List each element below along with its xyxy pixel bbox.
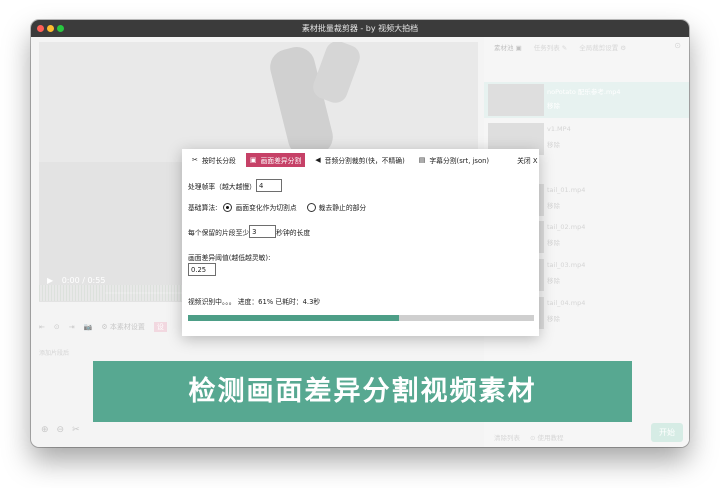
min-length-prefix: 每个保留的片段至少: [188, 228, 250, 237]
progress-status: 视频识别中。。。 进度：61% 已耗时：4.3秒: [188, 298, 321, 306]
fps-row: 处理帧率（越大越慢） 4: [188, 179, 282, 192]
tab-split-by-duration[interactable]: ✂ 按时长分段: [188, 153, 240, 167]
fps-label: 处理帧率（越大越慢）: [188, 182, 256, 191]
tab-label: 画面差异分割: [260, 157, 302, 165]
caption-banner: 检测画面差异分割视频素材: [93, 361, 632, 422]
maximize-window-button[interactable]: [57, 25, 64, 32]
window-title: 素材批量裁剪器 - by 视频大拍档: [301, 24, 419, 33]
dialog-tabs: ✂ 按时长分段 ▣ 画面差异分割 ◀ 音频分割裁剪(快，不精确) ▤ 字幕分割(…: [182, 149, 539, 171]
fps-input[interactable]: 4: [255, 179, 282, 192]
close-window-button[interactable]: [37, 25, 44, 32]
tab-label: 字幕分割(srt, json): [429, 157, 490, 165]
algo-option-remove-static: 裁去静止的部分: [318, 204, 367, 212]
threshold-input[interactable]: 0.25: [188, 263, 216, 276]
minimize-window-button[interactable]: [47, 25, 54, 32]
threshold-row: 0.25: [188, 263, 216, 276]
algo-radio-remove-static[interactable]: [306, 202, 316, 212]
title-bar: 素材批量裁剪器 - by 视频大拍档: [31, 20, 689, 37]
threshold-label: 画面差异阈值(越低越灵敏):: [188, 254, 271, 262]
tab-scene-difference[interactable]: ▣ 画面差异分割: [245, 153, 306, 167]
scissors-icon: ✂: [192, 156, 198, 164]
min-length-input[interactable]: 3: [249, 225, 277, 238]
progress-bar-fill: [188, 315, 400, 321]
min-length-suffix: 秒钟的长度: [276, 228, 311, 237]
progress-bar: [188, 315, 534, 321]
subtitle-icon: ▤: [418, 156, 426, 164]
image-icon: ▣: [249, 156, 257, 164]
screen: 素材批量裁剪器 - by 视频大拍档 ▶ 0:00 / 0:55 ⇤ ⊙ ⇥ 📷…: [0, 0, 720, 488]
tab-audio-split[interactable]: ◀ 音频分割裁剪(快，不精确): [311, 153, 408, 167]
min-length-row: 每个保留的片段至少 3 秒钟的长度: [188, 225, 310, 238]
algo-radio-scene-change[interactable]: [223, 202, 233, 212]
algo-option-scene-change: 画面变化作为切割点: [235, 204, 297, 212]
algorithm-row: 基础算法: 画面变化作为切割点 裁去静止的部分: [188, 202, 366, 212]
tab-label: 按时长分段: [201, 157, 236, 165]
speaker-icon: ◀: [315, 156, 321, 164]
split-dialog: ✂ 按时长分段 ▣ 画面差异分割 ◀ 音频分割裁剪(快，不精确) ▤ 字幕分割(…: [182, 149, 539, 336]
tab-label: 音频分割裁剪(快，不精确): [324, 157, 405, 165]
tab-subtitle-split[interactable]: ▤ 字幕分割(srt, json): [415, 153, 493, 167]
close-dialog-button[interactable]: 关闭 X: [513, 153, 541, 167]
algorithm-label: 基础算法:: [188, 204, 218, 212]
